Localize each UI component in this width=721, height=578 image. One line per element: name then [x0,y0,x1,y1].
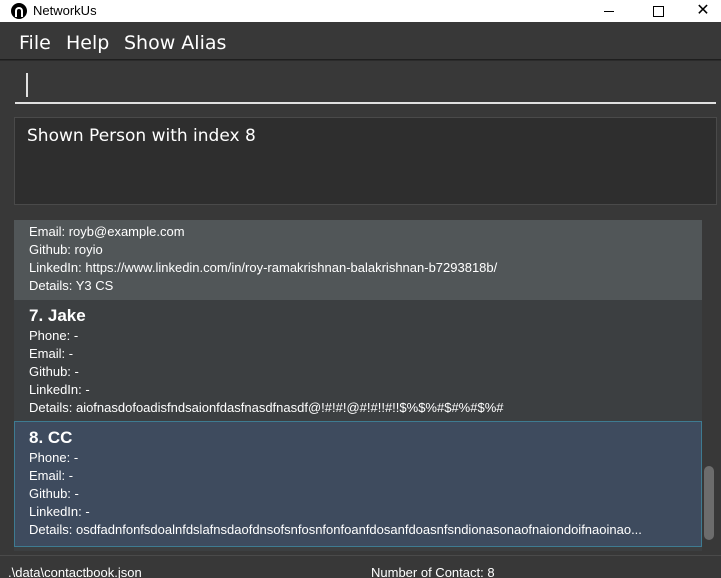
save-file-path: .\data\contactbook.json [8,565,142,578]
person-github: Github: royio [29,242,103,257]
command-box-area [0,61,721,108]
person-github: Github: - [29,486,79,501]
contact-count: Number of Contact: 8 [371,565,495,578]
person-card-selected[interactable]: 8. CC Phone: - Email: - Github: - Linked… [14,421,702,547]
status-bar: .\data\contactbook.json Number of Contac… [0,555,721,578]
person-name: 8. CC [29,428,73,447]
person-phone: Phone: - [29,328,79,343]
text-caret [26,73,28,97]
minimize-icon[interactable] [586,0,632,22]
person-github: Github: - [29,364,79,379]
person-card[interactable]: Email: royb@example.com Github: royio Li… [14,220,702,300]
person-details: Details: osdfadnfonfsdoalnfdslafnsdaofdn… [29,522,642,537]
title-bar: NetworkUs ✕ [0,0,721,22]
result-display-area: Shown Person with index 8 [0,108,721,211]
menu-bar: File Help Show Alias [0,22,721,60]
person-linkedin: LinkedIn: - [29,382,90,397]
person-linkedin: LinkedIn: - [29,504,90,519]
person-email: Email: - [29,346,74,361]
person-phone: Phone: - [29,450,79,465]
person-linkedin: LinkedIn: https://www.linkedin.com/in/ro… [29,260,498,275]
close-icon[interactable]: ✕ [680,0,721,22]
maximize-icon[interactable] [635,0,681,22]
window-title: NetworkUs [33,3,97,18]
person-details: Details: aiofnasdofoadisfndsaionfdasfnas… [29,400,504,415]
person-details: Details: Y3 CS [29,278,114,293]
person-name: 7. Jake [29,306,86,325]
menu-show-alias[interactable]: Show Alias [124,32,226,54]
command-input[interactable] [15,66,716,104]
app-logo-icon [11,3,27,19]
person-list-area: Email: royb@example.com Github: royio Li… [0,211,721,555]
scrollbar-thumb[interactable] [704,466,714,540]
result-display: Shown Person with index 8 [14,117,717,205]
person-email: Email: - [29,468,74,483]
person-email: Email: royb@example.com [29,224,185,239]
result-message: Shown Person with index 8 [27,126,256,146]
menu-file[interactable]: File [19,32,51,54]
person-card[interactable]: 7. Jake Phone: - Email: - Github: - Link… [14,300,702,420]
menu-help[interactable]: Help [66,32,109,54]
person-list[interactable]: Email: royb@example.com Github: royio Li… [14,220,702,551]
